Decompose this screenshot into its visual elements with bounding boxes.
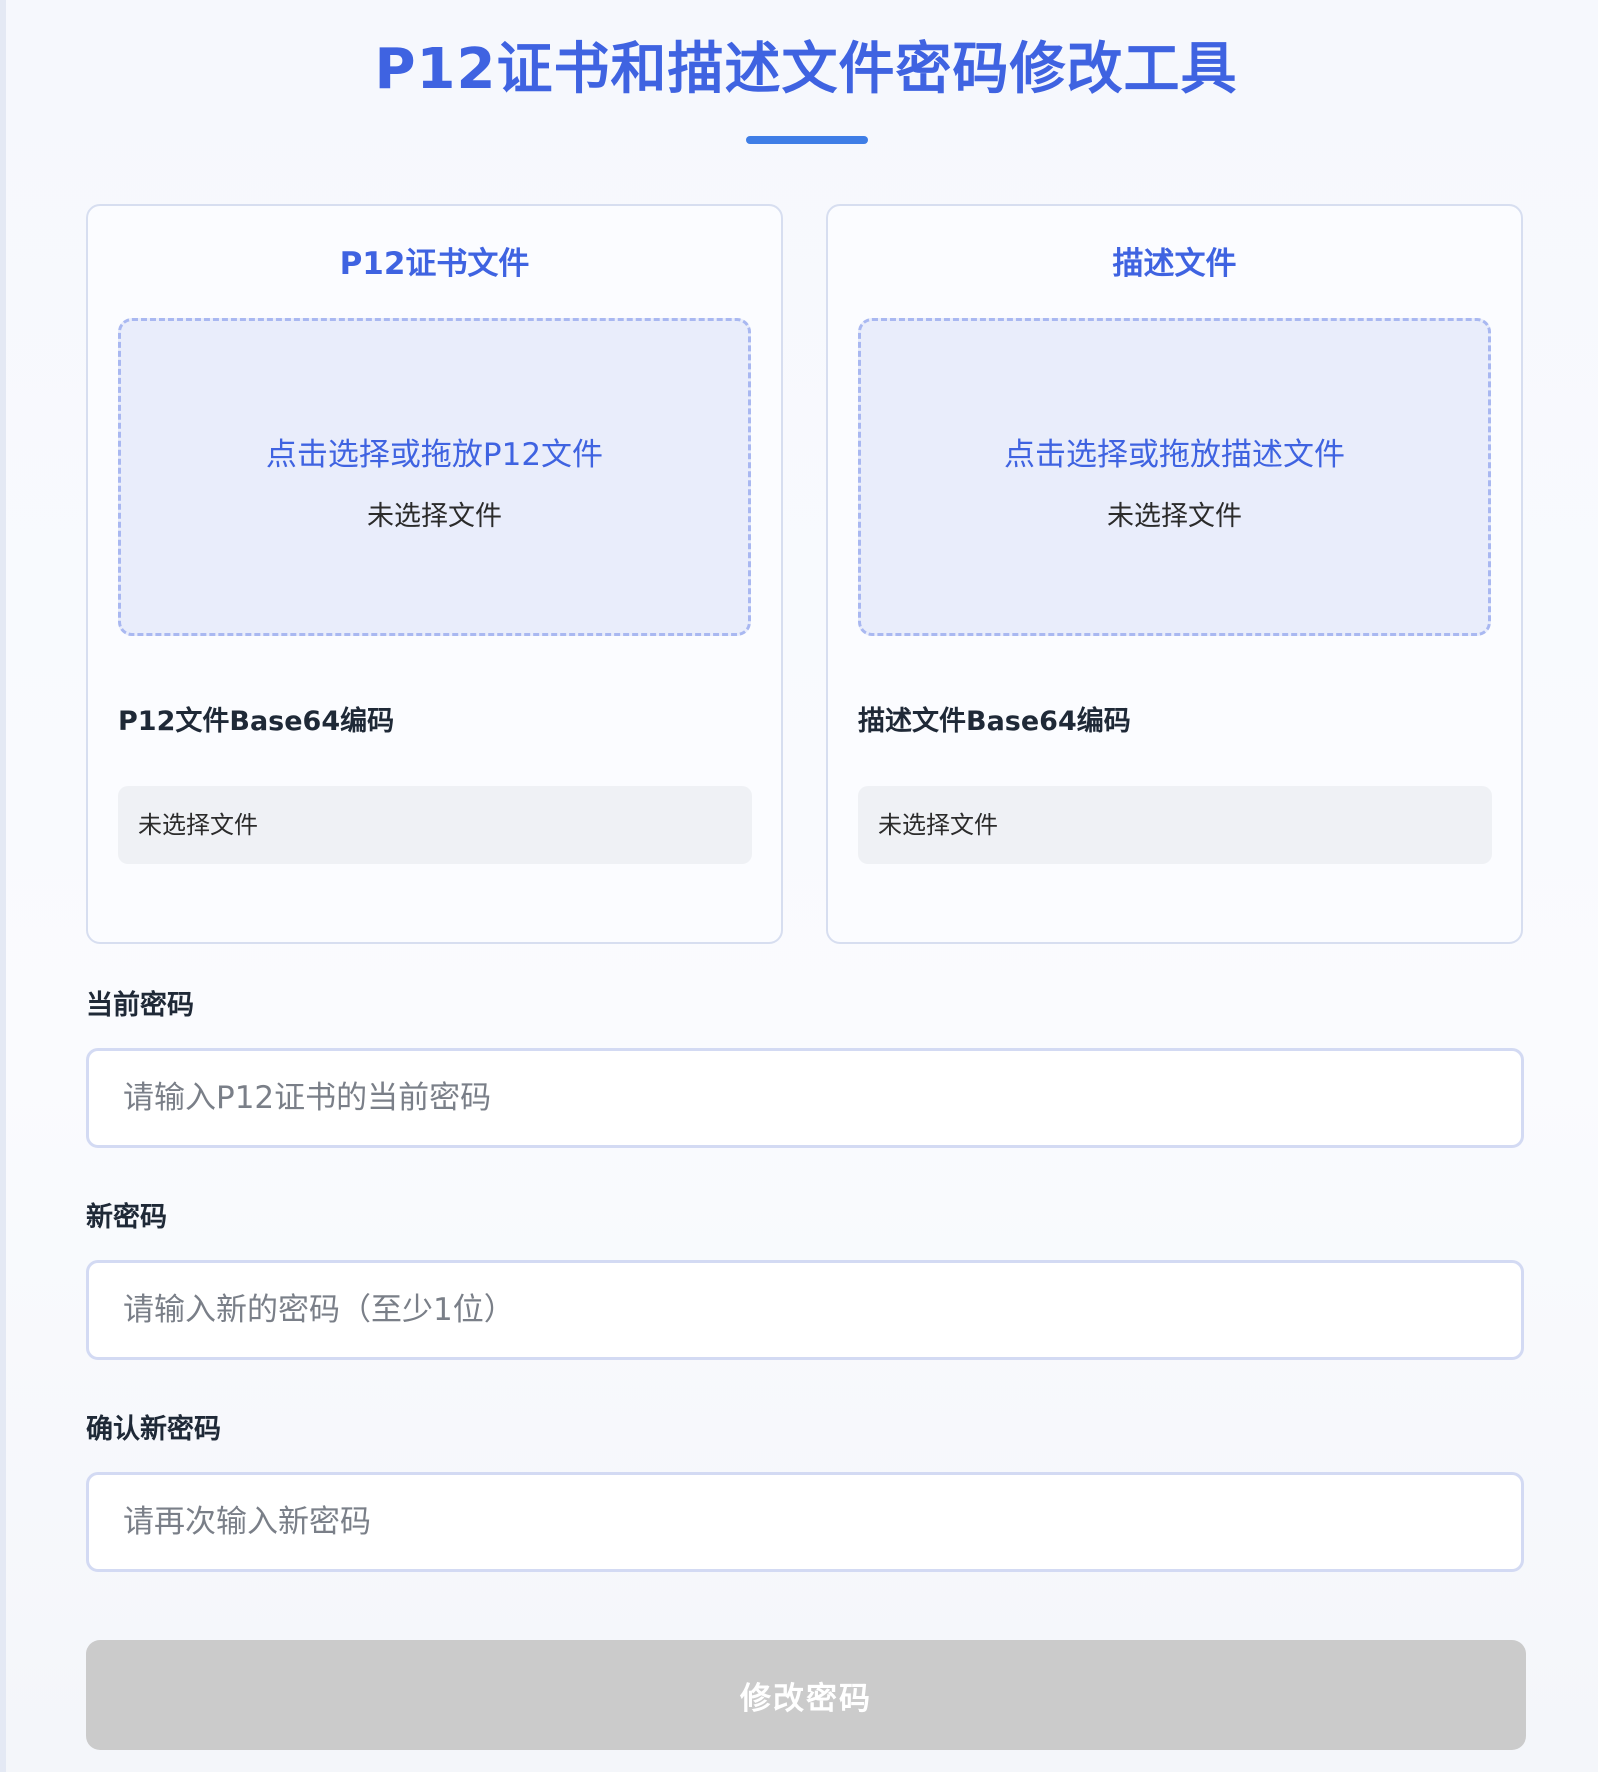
page: P12证书和描述文件密码修改工具 P12证书文件 点击选择或拖放P12文件 未选… — [6, 0, 1598, 1772]
p12-base64-label: P12文件Base64编码 — [118, 706, 395, 737]
new-password-label: 新密码 — [86, 1202, 167, 1233]
profile-drop-prompt: 点击选择或拖放描述文件 — [1004, 437, 1345, 473]
change-password-button[interactable]: 修改密码 — [86, 1640, 1526, 1750]
new-password-input[interactable] — [86, 1260, 1524, 1360]
p12-card-title: P12证书文件 — [339, 246, 530, 282]
p12-card: P12证书文件 点击选择或拖放P12文件 未选择文件 P12文件Base64编码… — [86, 204, 783, 944]
profile-card-title: 描述文件 — [1112, 246, 1237, 282]
profile-base64-label: 描述文件Base64编码 — [858, 706, 1131, 737]
profile-file-status: 未选择文件 — [1107, 501, 1242, 532]
title-underline — [746, 136, 868, 144]
current-password-input[interactable] — [86, 1048, 1524, 1148]
profile-drop-zone[interactable]: 点击选择或拖放描述文件 未选择文件 — [858, 318, 1491, 636]
p12-file-status: 未选择文件 — [367, 501, 502, 532]
confirm-password-label: 确认新密码 — [86, 1414, 221, 1445]
page-title: P12证书和描述文件密码修改工具 — [374, 37, 1238, 102]
profile-card: 描述文件 点击选择或拖放描述文件 未选择文件 描述文件Base64编码 未选择文… — [826, 204, 1523, 944]
p12-base64-output: 未选择文件 — [118, 786, 752, 864]
confirm-password-input[interactable] — [86, 1472, 1524, 1572]
p12-drop-prompt: 点击选择或拖放P12文件 — [265, 437, 604, 473]
current-password-label: 当前密码 — [86, 990, 194, 1021]
p12-drop-zone[interactable]: 点击选择或拖放P12文件 未选择文件 — [118, 318, 751, 636]
profile-base64-output: 未选择文件 — [858, 786, 1492, 864]
